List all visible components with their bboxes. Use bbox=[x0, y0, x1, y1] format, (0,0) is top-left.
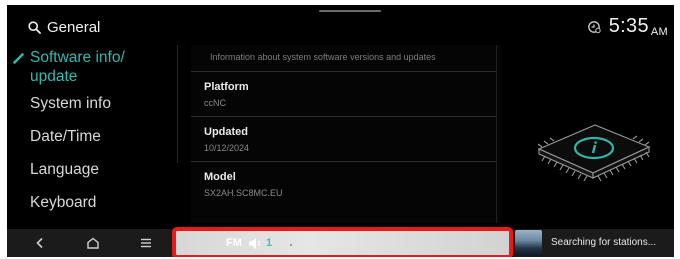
divider bbox=[191, 116, 496, 117]
sidebar-item-date-time[interactable]: Date/Time bbox=[30, 127, 101, 146]
platform-value: ccNC bbox=[204, 98, 226, 108]
menu-icon bbox=[141, 238, 151, 248]
sidebar-item-label: System info bbox=[30, 95, 111, 112]
sidebar-item-language[interactable]: Language bbox=[30, 160, 99, 179]
station-status[interactable]: Searching for stations... bbox=[551, 237, 656, 248]
home-button[interactable] bbox=[73, 229, 113, 257]
divider bbox=[191, 161, 496, 162]
panel-description: Information about system software versio… bbox=[210, 52, 436, 62]
back-icon bbox=[36, 237, 43, 249]
clock-time: 5:35 AM bbox=[608, 15, 668, 38]
panel-edge bbox=[496, 45, 497, 223]
highlight-box bbox=[172, 227, 513, 257]
menu-button[interactable] bbox=[126, 229, 166, 257]
infotainment-screen: General 5:35 AM Software info/ update Sys… bbox=[7, 5, 674, 257]
drag-handle[interactable] bbox=[319, 10, 381, 12]
sidebar-item-label: Software info/ bbox=[30, 49, 125, 66]
sidebar-divider bbox=[177, 45, 178, 163]
back-button[interactable] bbox=[20, 229, 60, 257]
sidebar-item-system-info[interactable]: System info bbox=[30, 94, 111, 113]
connectivity-status-icon bbox=[587, 20, 601, 33]
updated-label: Updated bbox=[204, 126, 248, 138]
clock-ampm: AM bbox=[650, 26, 668, 38]
active-indicator-icon bbox=[13, 53, 24, 64]
chip-info-icon bbox=[537, 124, 651, 182]
divider bbox=[191, 71, 496, 72]
sidebar-item-label: Date/Time bbox=[30, 128, 101, 145]
search-icon bbox=[28, 20, 41, 34]
updated-value: 10/12/2024 bbox=[204, 143, 250, 153]
sidebar-item-label-line2: update bbox=[30, 68, 78, 85]
status-area: 5:35 AM bbox=[587, 15, 668, 38]
sidebar-item-keyboard[interactable]: Keyboard bbox=[30, 193, 96, 212]
station-thumbnail[interactable] bbox=[515, 230, 542, 256]
model-value: SX2AH.SC8MC.EU bbox=[204, 188, 283, 198]
sidebar-item-software-info[interactable]: Software info/ update bbox=[30, 48, 125, 86]
search-button[interactable]: General bbox=[28, 17, 100, 37]
sidebar-item-label: Language bbox=[30, 161, 99, 178]
search-label: General bbox=[47, 18, 101, 36]
home-icon bbox=[87, 237, 99, 249]
platform-label: Platform bbox=[204, 81, 249, 93]
model-label: Model bbox=[204, 171, 236, 183]
sidebar-item-label: Keyboard bbox=[30, 194, 97, 211]
